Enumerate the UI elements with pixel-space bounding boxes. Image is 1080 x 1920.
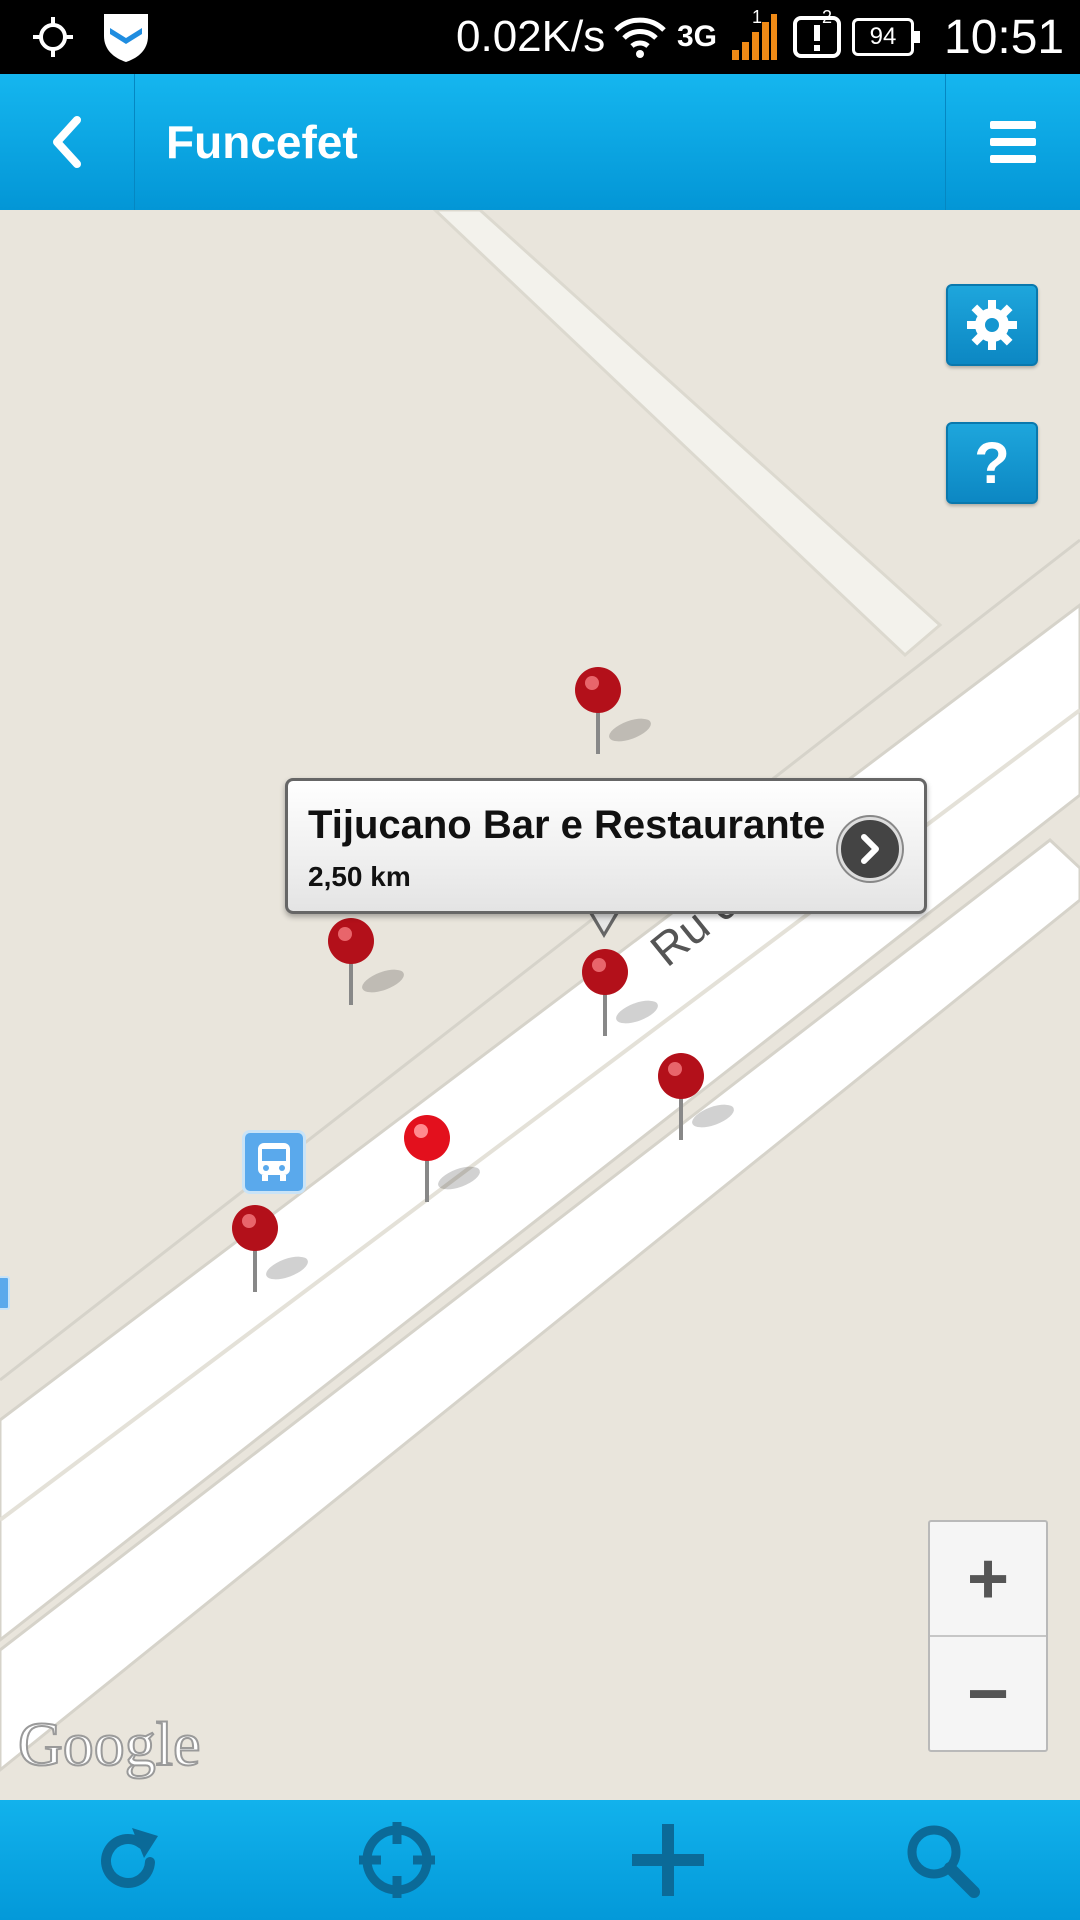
open-place-button[interactable]	[838, 817, 902, 881]
help-label: ?	[974, 430, 1010, 496]
refresh-button[interactable]	[70, 1800, 190, 1920]
menu-button[interactable]	[945, 74, 1080, 210]
locate-button[interactable]	[337, 1800, 457, 1920]
wifi-icon	[612, 0, 668, 74]
sim-slot: 1	[752, 6, 763, 27]
chevron-left-icon	[53, 116, 81, 168]
gear-icon	[967, 300, 1017, 350]
chevron-right-icon	[861, 834, 879, 864]
place-name: Tijucano Bar e Restaurante	[308, 803, 826, 847]
zoom-out-label: −	[966, 1653, 1010, 1734]
status-bar: 0.02K/s 3G 1 2 94 10:51	[0, 0, 1080, 74]
map-pin[interactable]	[328, 917, 418, 1037]
net-speed: 0.02K/s	[456, 12, 606, 61]
map-pin[interactable]	[575, 666, 665, 786]
locate-icon	[359, 1822, 435, 1898]
notification-count: 2	[822, 6, 833, 27]
map-view[interactable]: Ru de Bonfim ?	[0, 210, 1080, 1800]
hamburger-menu-icon	[990, 121, 1036, 163]
refresh-icon	[101, 1828, 158, 1888]
zoom-control: + −	[928, 1520, 1048, 1752]
settings-button[interactable]	[946, 284, 1038, 366]
back-button[interactable]	[0, 74, 135, 210]
map-roads	[0, 210, 1080, 1772]
network-type: 3G	[677, 20, 718, 53]
zoom-in-label: +	[966, 1538, 1010, 1619]
bus-stop-icon[interactable]	[0, 1276, 10, 1310]
zoom-in-button[interactable]: +	[930, 1522, 1046, 1635]
google-attribution: Google	[17, 1710, 202, 1780]
alert-icon	[792, 0, 842, 74]
location-icon	[30, 0, 76, 74]
map-pin[interactable]	[658, 1052, 748, 1172]
shield-app-icon	[100, 0, 152, 74]
battery-level: 94	[869, 23, 897, 50]
zoom-out-button[interactable]: −	[930, 1637, 1046, 1750]
search-button[interactable]	[882, 1800, 1002, 1920]
bus-stop-icon[interactable]	[242, 1130, 306, 1194]
page-title: Funcefet	[166, 116, 358, 168]
clock: 10:51	[944, 10, 1065, 64]
app-bar: Funcefet	[0, 74, 1080, 210]
battery-icon: 94	[852, 0, 920, 74]
map-pin[interactable]	[232, 1204, 322, 1324]
add-button[interactable]	[608, 1800, 728, 1920]
help-button[interactable]: ?	[946, 422, 1038, 504]
place-callout[interactable]: Tijucano Bar e Restaurante 2,50 km	[285, 778, 927, 914]
map-pin-selected[interactable]	[582, 948, 672, 1068]
bottom-toolbar	[0, 1800, 1080, 1920]
place-distance: 2,50 km	[308, 861, 411, 892]
add-icon	[632, 1824, 704, 1896]
search-icon	[907, 1825, 980, 1898]
map-pin[interactable]	[404, 1114, 494, 1234]
